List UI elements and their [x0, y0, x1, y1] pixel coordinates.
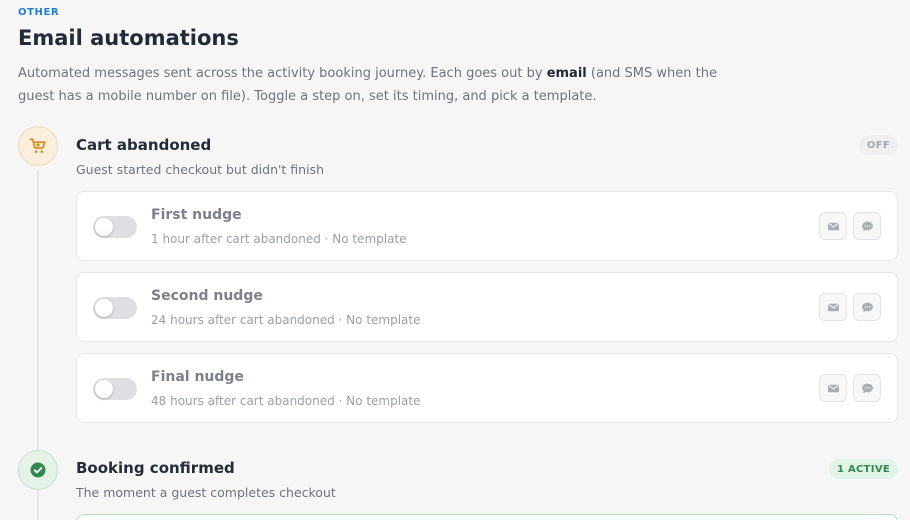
- step-card-second-nudge[interactable]: Second nudge 24 hours after cart abandon…: [76, 272, 898, 342]
- stage-icon-cart: [18, 126, 58, 166]
- toggle-knob: [95, 380, 113, 398]
- step-meta: 48 hours after cart abandoned · No templ…: [151, 394, 421, 408]
- status-badge-off: OFF: [858, 135, 898, 155]
- email-channel-button[interactable]: [819, 374, 847, 402]
- page-title: Email automations: [18, 26, 239, 50]
- timeline-line-lower: [37, 488, 39, 520]
- sms-channel-button[interactable]: [853, 374, 881, 402]
- step-title: First nudge: [151, 207, 242, 223]
- description-email-emphasis: email: [546, 66, 587, 81]
- stage-subtitle-cart-abandoned: Guest started checkout but didn't finish: [76, 162, 325, 177]
- step-meta: 24 hours after cart abandoned · No templ…: [151, 313, 421, 327]
- section-description: Automated messages sent across the activ…: [18, 62, 718, 108]
- step-toggle[interactable]: [93, 378, 137, 400]
- stage-subtitle-booking-confirmed: The moment a guest completes checkout: [76, 485, 336, 500]
- toggle-knob: [95, 218, 113, 236]
- stage-icon-confirm: [18, 450, 58, 490]
- status-badge-active: 1 ACTIVE: [828, 459, 898, 479]
- check-circle-icon: [30, 462, 46, 478]
- sms-channel-button[interactable]: [853, 212, 881, 240]
- envelope-icon: [827, 303, 839, 311]
- description-text-start: Automated messages sent across the activ…: [18, 66, 547, 81]
- stage-title-cart-abandoned: Cart abandoned: [76, 136, 212, 154]
- section-eyebrow: OTHER: [18, 7, 60, 18]
- step-card-final-nudge[interactable]: Final nudge 48 hours after cart abandone…: [76, 353, 898, 423]
- step-toggle[interactable]: [93, 216, 137, 238]
- step-card-booking-confirmed[interactable]: [76, 514, 898, 520]
- chat-bubble-icon: [861, 221, 873, 231]
- chat-bubble-icon: [861, 383, 873, 393]
- envelope-icon: [827, 384, 839, 392]
- step-title: Final nudge: [151, 369, 244, 385]
- envelope-icon: [827, 222, 839, 230]
- sms-channel-button[interactable]: [853, 293, 881, 321]
- toggle-knob: [95, 299, 113, 317]
- step-title: Second nudge: [151, 288, 263, 304]
- step-card-first-nudge[interactable]: First nudge 1 hour after cart abandoned …: [76, 191, 898, 261]
- email-channel-button[interactable]: [819, 212, 847, 240]
- timeline-line: [37, 170, 39, 450]
- step-meta: 1 hour after cart abandoned · No templat…: [151, 232, 407, 246]
- stage-title-booking-confirmed: Booking confirmed: [76, 459, 235, 477]
- shopping-cart-icon: [29, 138, 46, 153]
- chat-bubble-icon: [861, 302, 873, 312]
- email-channel-button[interactable]: [819, 293, 847, 321]
- step-toggle[interactable]: [93, 297, 137, 319]
